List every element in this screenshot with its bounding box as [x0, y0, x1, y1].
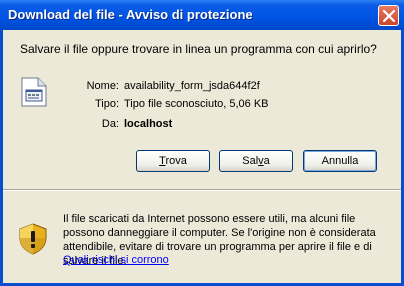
file-from-label-row: Da:: [3, 118, 119, 132]
file-type-label: Tipo:: [94, 98, 119, 110]
security-shield-icon: [19, 223, 47, 255]
file-from-label: Da:: [101, 118, 119, 130]
cancel-button[interactable]: Annulla: [303, 150, 377, 172]
separator-highlight: [3, 190, 401, 191]
title-bar[interactable]: Download del file - Avviso di protezione: [0, 0, 404, 30]
file-type-label-row: Tipo:: [3, 98, 119, 112]
download-question: Salvare il file oppure trovare in linea …: [20, 42, 377, 56]
file-from-value: localhost: [124, 118, 173, 130]
file-name-value: availability_form_jsda644f2f: [124, 80, 260, 92]
close-icon: [383, 10, 395, 22]
file-name-label: Nome:: [86, 80, 119, 92]
close-button[interactable]: [378, 5, 399, 26]
download-dialog-window: Download del file - Avviso di protezione…: [0, 0, 404, 286]
risks-link[interactable]: Quali rischi si corrono: [63, 254, 169, 266]
file-type-value: Tipo file sconosciuto, 5,06 KB: [124, 98, 269, 110]
file-name-label-row: Nome:: [3, 80, 119, 94]
window-title: Download del file - Avviso di protezione: [8, 7, 253, 22]
find-button[interactable]: Trova: [136, 150, 210, 172]
save-button[interactable]: Salva: [219, 150, 293, 172]
dialog-body: Salvare il file oppure trovare in linea …: [3, 30, 401, 283]
